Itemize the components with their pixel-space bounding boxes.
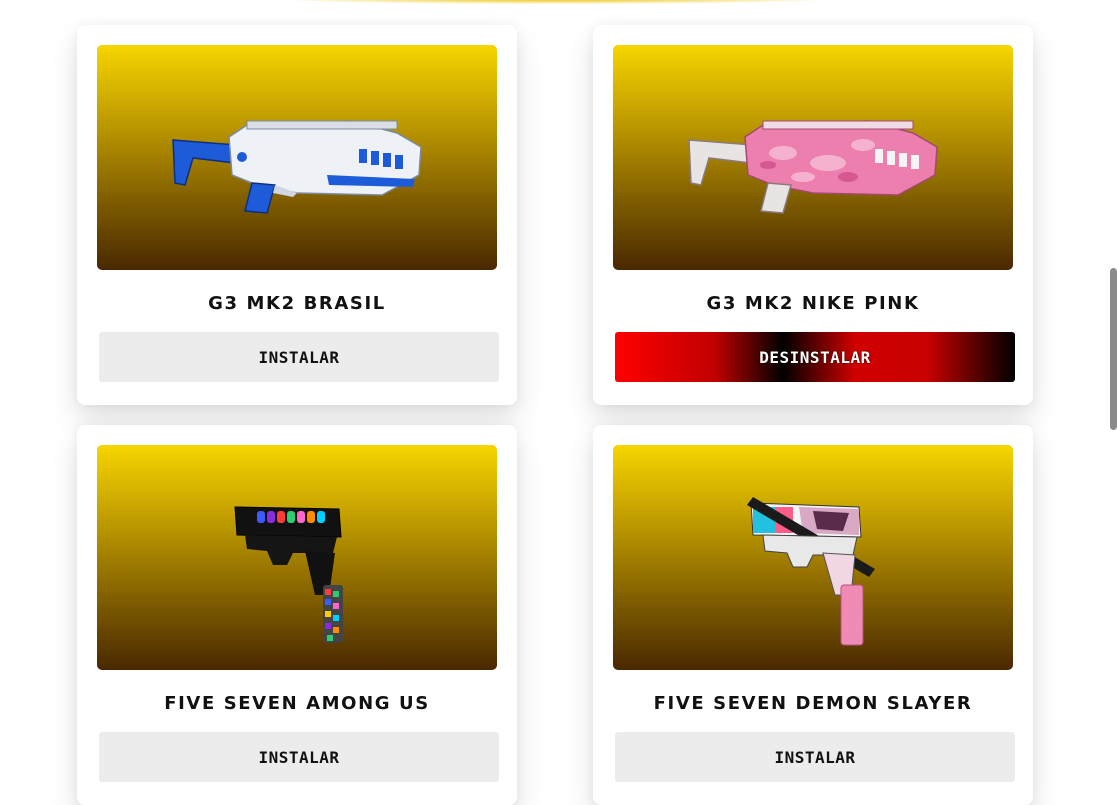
scrollbar-thumb[interactable]	[1110, 268, 1117, 430]
product-title: FIVE SEVEN DEMON SLAYER	[653, 693, 973, 714]
product-card-g3-mk2-nike-pink: G3 MK2 NIKE PINK DESINSTALAR	[593, 25, 1033, 405]
uninstall-button[interactable]: DESINSTALAR	[615, 332, 1015, 382]
pistol-icon	[234, 506, 343, 643]
product-card-five-seven-demon-slayer: FIVE SEVEN DEMON SLAYER INSTALAR	[593, 425, 1033, 805]
rifle-icon	[172, 120, 422, 214]
product-card-five-seven-among-us: FIVE SEVEN AMONG US INSTALAR	[77, 425, 517, 805]
product-image	[97, 445, 497, 670]
product-card-g3-mk2-brasil: G3 MK2 BRASIL INSTALAR	[77, 25, 517, 405]
install-button[interactable]: INSTALAR	[99, 732, 499, 782]
product-image	[613, 45, 1013, 270]
product-image	[613, 445, 1013, 670]
top-decorative-glow	[285, 0, 825, 4]
rifle-icon	[688, 120, 938, 214]
install-button[interactable]: INSTALAR	[99, 332, 499, 382]
install-button[interactable]: INSTALAR	[615, 732, 1015, 782]
product-image	[97, 45, 497, 270]
product-title: G3 MK2 BRASIL	[208, 293, 386, 314]
product-title: FIVE SEVEN AMONG US	[164, 693, 430, 714]
product-title: G3 MK2 NIKE PINK	[706, 293, 920, 314]
pistol-icon	[747, 497, 875, 646]
